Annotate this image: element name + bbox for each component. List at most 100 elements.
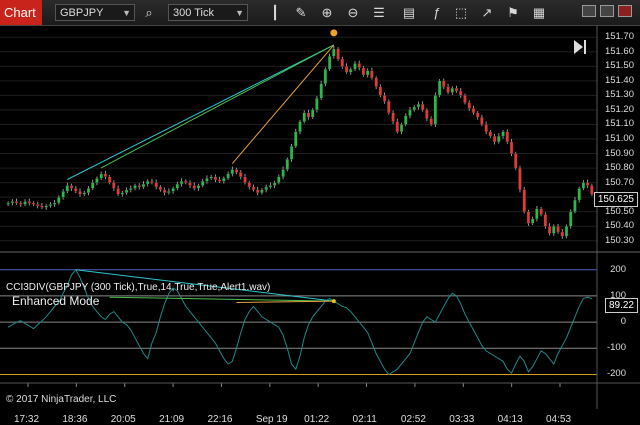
properties-icon[interactable]: ☰ bbox=[370, 4, 388, 22]
instrument-selector[interactable]: GBPJPY ▼ bbox=[55, 4, 135, 21]
divergence-marker bbox=[331, 299, 336, 304]
candle bbox=[239, 172, 243, 177]
candle bbox=[124, 189, 129, 193]
time-tick-label: Sep 19 bbox=[255, 414, 288, 425]
candle bbox=[217, 179, 222, 182]
copyright-text: © 2017 NinjaTrader, LLC bbox=[6, 394, 117, 405]
price-tick-label: 151.50 bbox=[604, 60, 634, 72]
chart-area: 151.70 151.60 151.50 151.40 151.30 151.20 151.… bbox=[0, 26, 640, 425]
candle bbox=[370, 70, 374, 79]
candle bbox=[158, 186, 163, 191]
candle bbox=[395, 121, 399, 132]
drawing-tools-icon[interactable]: ✎ bbox=[292, 4, 310, 22]
candle bbox=[327, 56, 332, 70]
candle bbox=[243, 176, 247, 183]
maximize-button[interactable] bbox=[600, 5, 614, 17]
candle bbox=[547, 226, 552, 234]
candle bbox=[315, 98, 319, 111]
candle bbox=[306, 112, 311, 118]
candle bbox=[412, 106, 416, 111]
data-box-icon[interactable]: ▤ bbox=[400, 4, 418, 22]
candle bbox=[311, 109, 315, 118]
candle bbox=[353, 63, 357, 70]
minimize-button[interactable] bbox=[582, 5, 596, 17]
time-tick-label: 01:22 bbox=[304, 414, 330, 425]
candle bbox=[336, 48, 340, 60]
templates-icon[interactable]: ⬚ bbox=[452, 4, 470, 22]
chart-canvas[interactable] bbox=[0, 26, 640, 409]
candle bbox=[357, 63, 361, 68]
close-button[interactable] bbox=[618, 5, 632, 17]
candle bbox=[116, 188, 120, 195]
candle bbox=[564, 226, 569, 237]
bar-type-icon[interactable]: ┃ bbox=[266, 4, 284, 22]
search-icon[interactable]: ⌕ bbox=[140, 4, 158, 22]
candle bbox=[82, 192, 86, 195]
grid-icon[interactable]: ▦ bbox=[530, 4, 548, 22]
price-tick-label: 151.70 bbox=[604, 31, 634, 43]
zoom-in-icon[interactable]: ⊕ bbox=[318, 4, 336, 22]
candle bbox=[14, 201, 19, 204]
time-tick-label: 02:11 bbox=[352, 414, 377, 425]
candle bbox=[454, 87, 459, 92]
candle bbox=[95, 178, 99, 183]
candle bbox=[425, 109, 429, 119]
divergence-line-price bbox=[231, 44, 335, 164]
strategies-icon[interactable]: ↗ bbox=[478, 4, 496, 22]
candle bbox=[442, 80, 446, 87]
candle bbox=[399, 124, 404, 132]
candle bbox=[437, 80, 442, 96]
price-tick-label: 151.60 bbox=[604, 45, 634, 57]
interval-selector[interactable]: 300 Tick ▼ bbox=[168, 4, 248, 21]
candle bbox=[501, 131, 505, 137]
candle bbox=[319, 83, 323, 99]
price-tick-label: 151.10 bbox=[604, 118, 634, 130]
price-tick-label: 150.50 bbox=[604, 205, 634, 217]
candle bbox=[378, 86, 383, 96]
time-tick-label: 18:36 bbox=[62, 414, 88, 425]
candle bbox=[332, 48, 336, 57]
candle bbox=[492, 135, 497, 143]
candle bbox=[421, 103, 425, 111]
zoom-out-icon[interactable]: ⊖ bbox=[344, 4, 362, 22]
price-tick-label: 150.80 bbox=[604, 162, 634, 174]
candle bbox=[569, 211, 573, 227]
candle bbox=[222, 178, 226, 182]
candle bbox=[433, 95, 437, 125]
candle bbox=[467, 102, 471, 109]
candle bbox=[61, 191, 65, 198]
candle bbox=[69, 185, 74, 189]
instrument-label: GBPJPY bbox=[60, 7, 104, 19]
candle bbox=[577, 188, 581, 201]
candle bbox=[78, 191, 82, 195]
candle bbox=[179, 180, 184, 185]
chart-tab[interactable]: Chart bbox=[0, 0, 42, 25]
candle bbox=[366, 70, 370, 76]
candle bbox=[586, 182, 590, 186]
candle bbox=[260, 189, 264, 193]
interval-label: 300 Tick bbox=[173, 7, 214, 19]
candle bbox=[484, 124, 488, 132]
candle bbox=[340, 58, 344, 67]
candle bbox=[171, 188, 175, 192]
price-tick-label: 150.30 bbox=[604, 234, 634, 246]
candle bbox=[361, 67, 366, 76]
candle bbox=[264, 186, 268, 191]
chevron-down-icon: ▼ bbox=[122, 8, 131, 18]
time-tick-label: 20:05 bbox=[110, 414, 136, 425]
candle bbox=[251, 186, 256, 191]
price-tick-label: 151.00 bbox=[604, 133, 634, 144]
candle bbox=[289, 146, 294, 160]
candle bbox=[150, 180, 154, 183]
candle bbox=[382, 95, 387, 102]
scroll-to-end-icon[interactable] bbox=[572, 38, 588, 56]
candle bbox=[518, 167, 522, 191]
candle bbox=[133, 185, 137, 189]
time-tick-label: 22:16 bbox=[207, 414, 233, 425]
candle bbox=[539, 208, 543, 215]
current-price-tag: 150.625 bbox=[593, 192, 638, 207]
attach-icon[interactable]: ⚑ bbox=[504, 4, 522, 22]
candle bbox=[543, 214, 547, 227]
divergence-line-oscillator bbox=[236, 300, 334, 303]
indicators-icon[interactable]: ƒ bbox=[428, 4, 446, 22]
